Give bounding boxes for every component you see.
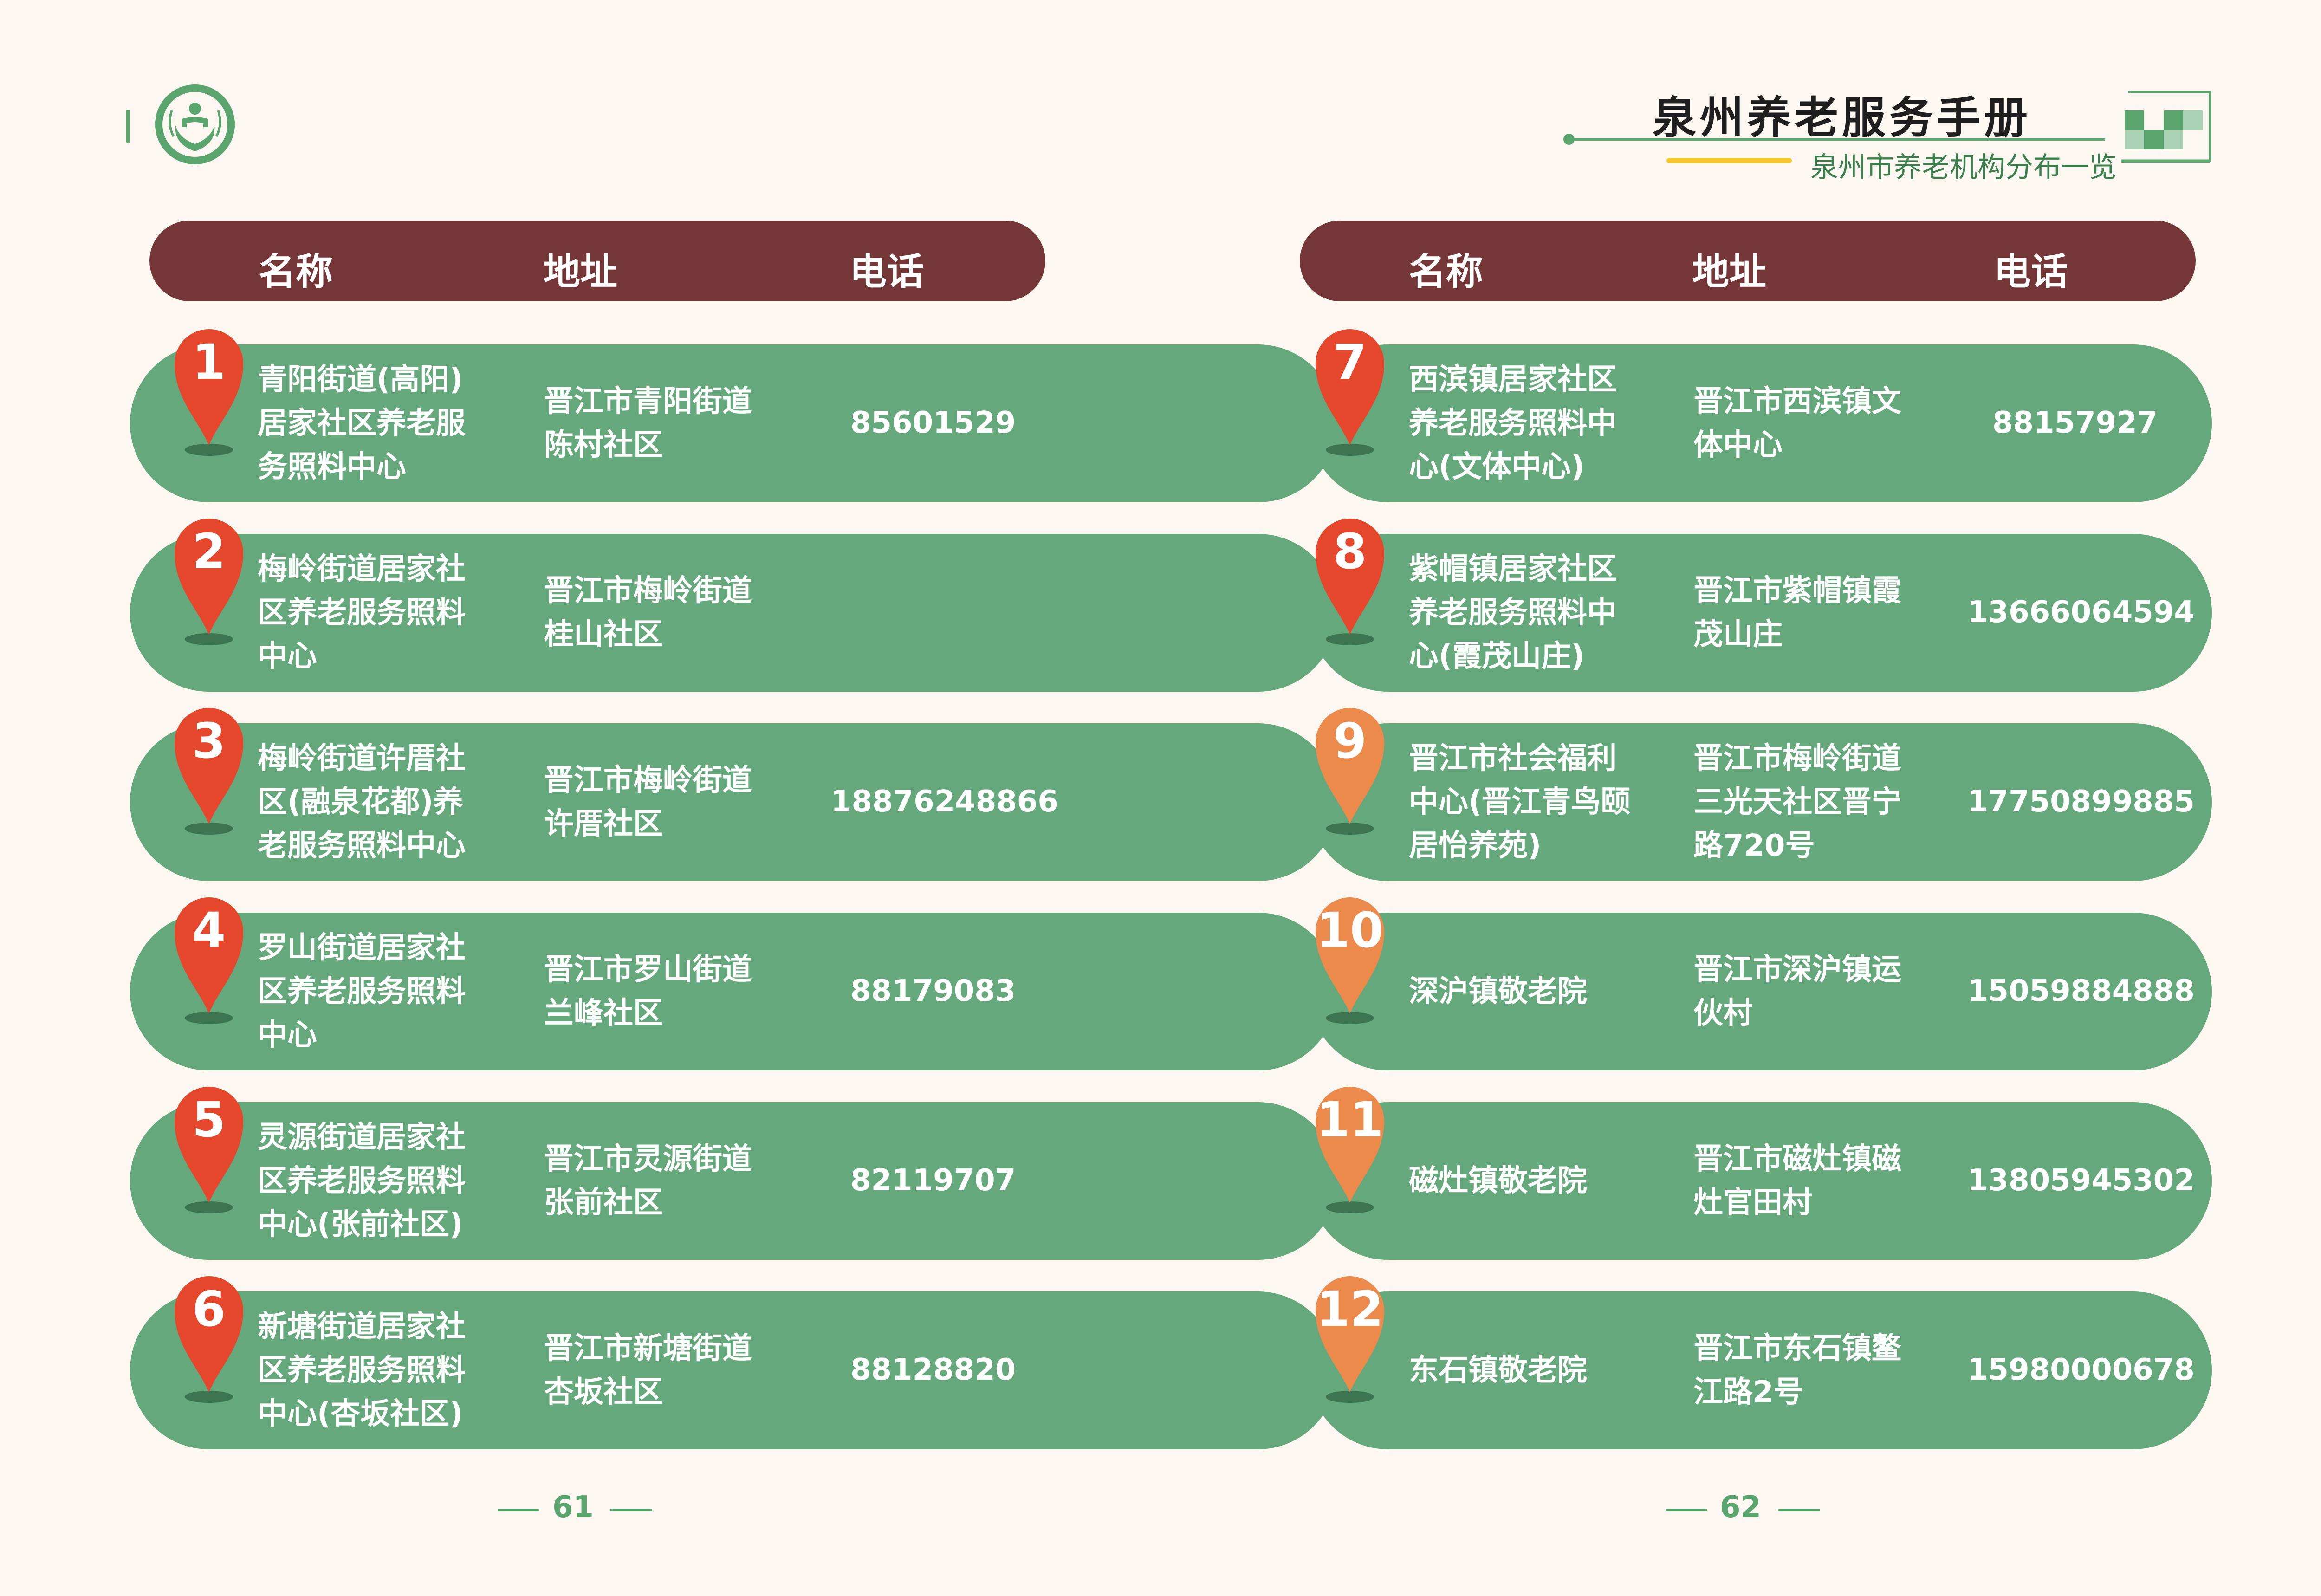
pin-number: 11 xyxy=(1316,1091,1384,1148)
header-name: 名称 xyxy=(259,250,333,293)
facility-phone: 15059884888 xyxy=(1967,974,2195,1008)
facility-phone: 13805945302 xyxy=(1967,1163,2195,1198)
title-underline xyxy=(1571,138,2105,141)
page-number-rule xyxy=(1666,1509,1707,1511)
facility-name: 深沪镇敬老院 xyxy=(1409,974,1587,1009)
pin-number: 10 xyxy=(1316,902,1384,959)
facility-phone: 13666064594 xyxy=(1967,595,2195,629)
facility-name: 晋江市社会福利 中心(晋江青鸟颐 居怡养苑) xyxy=(1409,741,1631,863)
facility-address: 晋江市青阳街道 陈村社区 xyxy=(544,384,752,462)
facility-address: 晋江市深沪镇运 伙村 xyxy=(1693,953,1901,1031)
left-column-header: 名称 地址 电话 xyxy=(149,221,1045,301)
facility-address: 晋江市梅岭街道 许厝社区 xyxy=(544,763,752,841)
logo-divider-bar xyxy=(126,110,130,143)
title-accent-line xyxy=(1666,158,1792,163)
pin-number: 7 xyxy=(1333,334,1367,390)
facility-phone: 18876248866 xyxy=(831,785,1058,819)
facility-address: 晋江市罗山街道 兰峰社区 xyxy=(544,953,752,1031)
facility-address: 晋江市灵源街道 张前社区 xyxy=(544,1142,752,1220)
elderly-care-logo-icon xyxy=(155,84,235,164)
facility-address: 晋江市东石镇鳌 江路2号 xyxy=(1693,1331,1901,1409)
page-number-right: 62 xyxy=(1720,1490,1762,1525)
facility-phone: 17750899885 xyxy=(1967,785,2195,819)
facility-name: 梅岭街道许厝社 区(融泉花都)养 老服务照料中心 xyxy=(258,741,466,863)
pin-number: 12 xyxy=(1316,1281,1384,1337)
pin-number: 2 xyxy=(192,523,226,580)
header-address: 地址 xyxy=(1692,250,1766,293)
pin-number: 5 xyxy=(192,1091,226,1148)
facility-phone: 85601529 xyxy=(850,406,1016,440)
facility-address: 晋江市西滨镇文 体中心 xyxy=(1693,384,1901,462)
pin-number: 1 xyxy=(192,334,226,390)
right-column-header: 名称 地址 电话 xyxy=(1300,221,2196,301)
facility-name: 紫帽镇居家社区 养老服务照料中 心(霞茂山庄) xyxy=(1409,552,1617,674)
pin-number: 9 xyxy=(1333,713,1367,769)
facility-address: 晋江市紫帽镇霞 茂山庄 xyxy=(1693,574,1901,652)
facility-address: 晋江市磁灶镇磁 灶官田村 xyxy=(1693,1142,1901,1220)
facility-name: 新塘街道居家社 区养老服务照料 中心(杏坂社区) xyxy=(258,1310,466,1431)
facility-name: 东石镇敬老院 xyxy=(1409,1353,1587,1388)
checker-deco-icon xyxy=(2121,91,2211,162)
pin-number: 4 xyxy=(192,902,226,959)
facility-name: 罗山街道居家社 区养老服务照料 中心 xyxy=(258,931,466,1052)
page-number-rule xyxy=(1778,1509,1820,1511)
pin-number: 8 xyxy=(1333,523,1367,580)
document-subtitle: 泉州市养老机构分布一览 xyxy=(1810,151,2117,184)
page-number-rule xyxy=(610,1509,652,1511)
facility-name: 梅岭街道居家社 区养老服务照料 中心 xyxy=(258,552,466,674)
facility-address: 晋江市新塘街道 杏坂社区 xyxy=(544,1331,752,1409)
facility-name: 灵源街道居家社 区养老服务照料 中心(张前社区) xyxy=(258,1120,466,1242)
header-phone: 电话 xyxy=(849,250,924,293)
facility-address: 晋江市梅岭街道 三光天社区晋宁 路720号 xyxy=(1693,741,1901,863)
facility-phone: 15980000678 xyxy=(1967,1353,2195,1387)
header-address: 地址 xyxy=(543,250,617,293)
pin-number: 6 xyxy=(192,1281,226,1337)
page-number-left: 61 xyxy=(552,1490,594,1525)
facility-phone: 82119707 xyxy=(850,1163,1016,1198)
page-number-rule xyxy=(498,1509,539,1511)
header-phone: 电话 xyxy=(1994,250,2068,293)
document-title: 泉州养老服务手册 xyxy=(1653,92,2032,143)
facility-address: 晋江市梅岭街道 桂山社区 xyxy=(544,574,752,652)
facility-phone: 88157927 xyxy=(1992,406,2158,440)
facility-phone: 88179083 xyxy=(850,974,1016,1008)
facility-name: 磁灶镇敬老院 xyxy=(1409,1164,1587,1198)
facility-phone: 88128820 xyxy=(850,1353,1016,1387)
facility-name: 青阳街道(高阳) 居家社区养老服 务照料中心 xyxy=(258,363,466,484)
pin-number: 3 xyxy=(192,713,226,769)
header-name: 名称 xyxy=(1409,250,1483,293)
facility-name: 西滨镇居家社区 养老服务照料中 心(文体中心) xyxy=(1409,363,1617,484)
